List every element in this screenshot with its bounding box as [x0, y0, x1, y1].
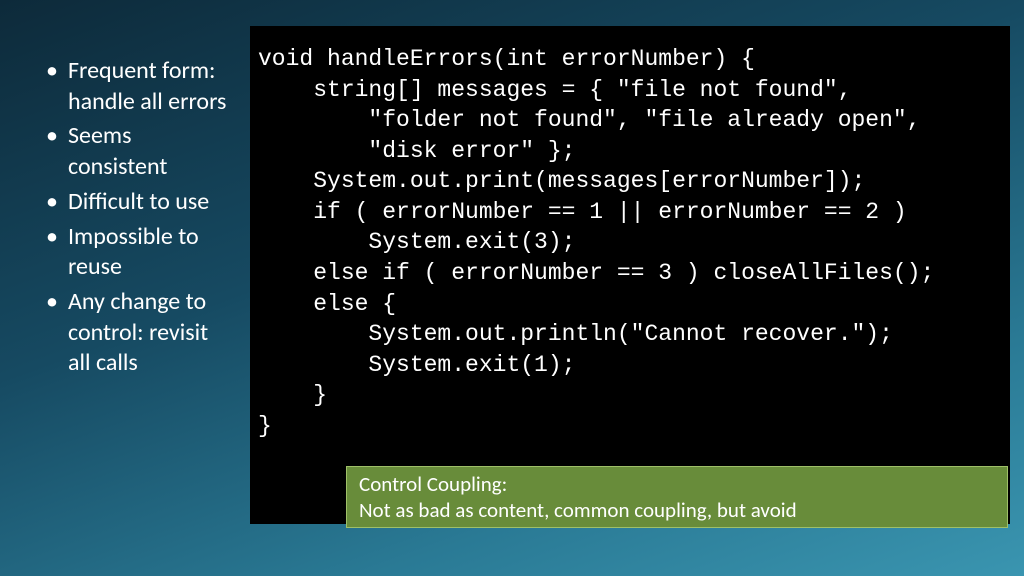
list-item: Seems consistent	[40, 121, 230, 182]
list-item: Frequent form: handle all errors	[40, 56, 230, 117]
list-item: Any change to control: revisit all calls	[40, 287, 230, 379]
callout-box: Control Coupling: Not as bad as content,…	[346, 466, 1008, 528]
slide: Frequent form: handle all errors Seems c…	[0, 0, 1024, 576]
bullet-list: Frequent form: handle all errors Seems c…	[40, 56, 230, 383]
bullet-ul: Frequent form: handle all errors Seems c…	[40, 56, 230, 379]
callout-title: Control Coupling:	[359, 471, 995, 497]
list-item: Difficult to use	[40, 187, 230, 218]
callout-body: Not as bad as content, common coupling, …	[359, 497, 995, 523]
list-item: Impossible to reuse	[40, 222, 230, 283]
code-block: void handleErrors(int errorNumber) { str…	[250, 26, 1010, 524]
